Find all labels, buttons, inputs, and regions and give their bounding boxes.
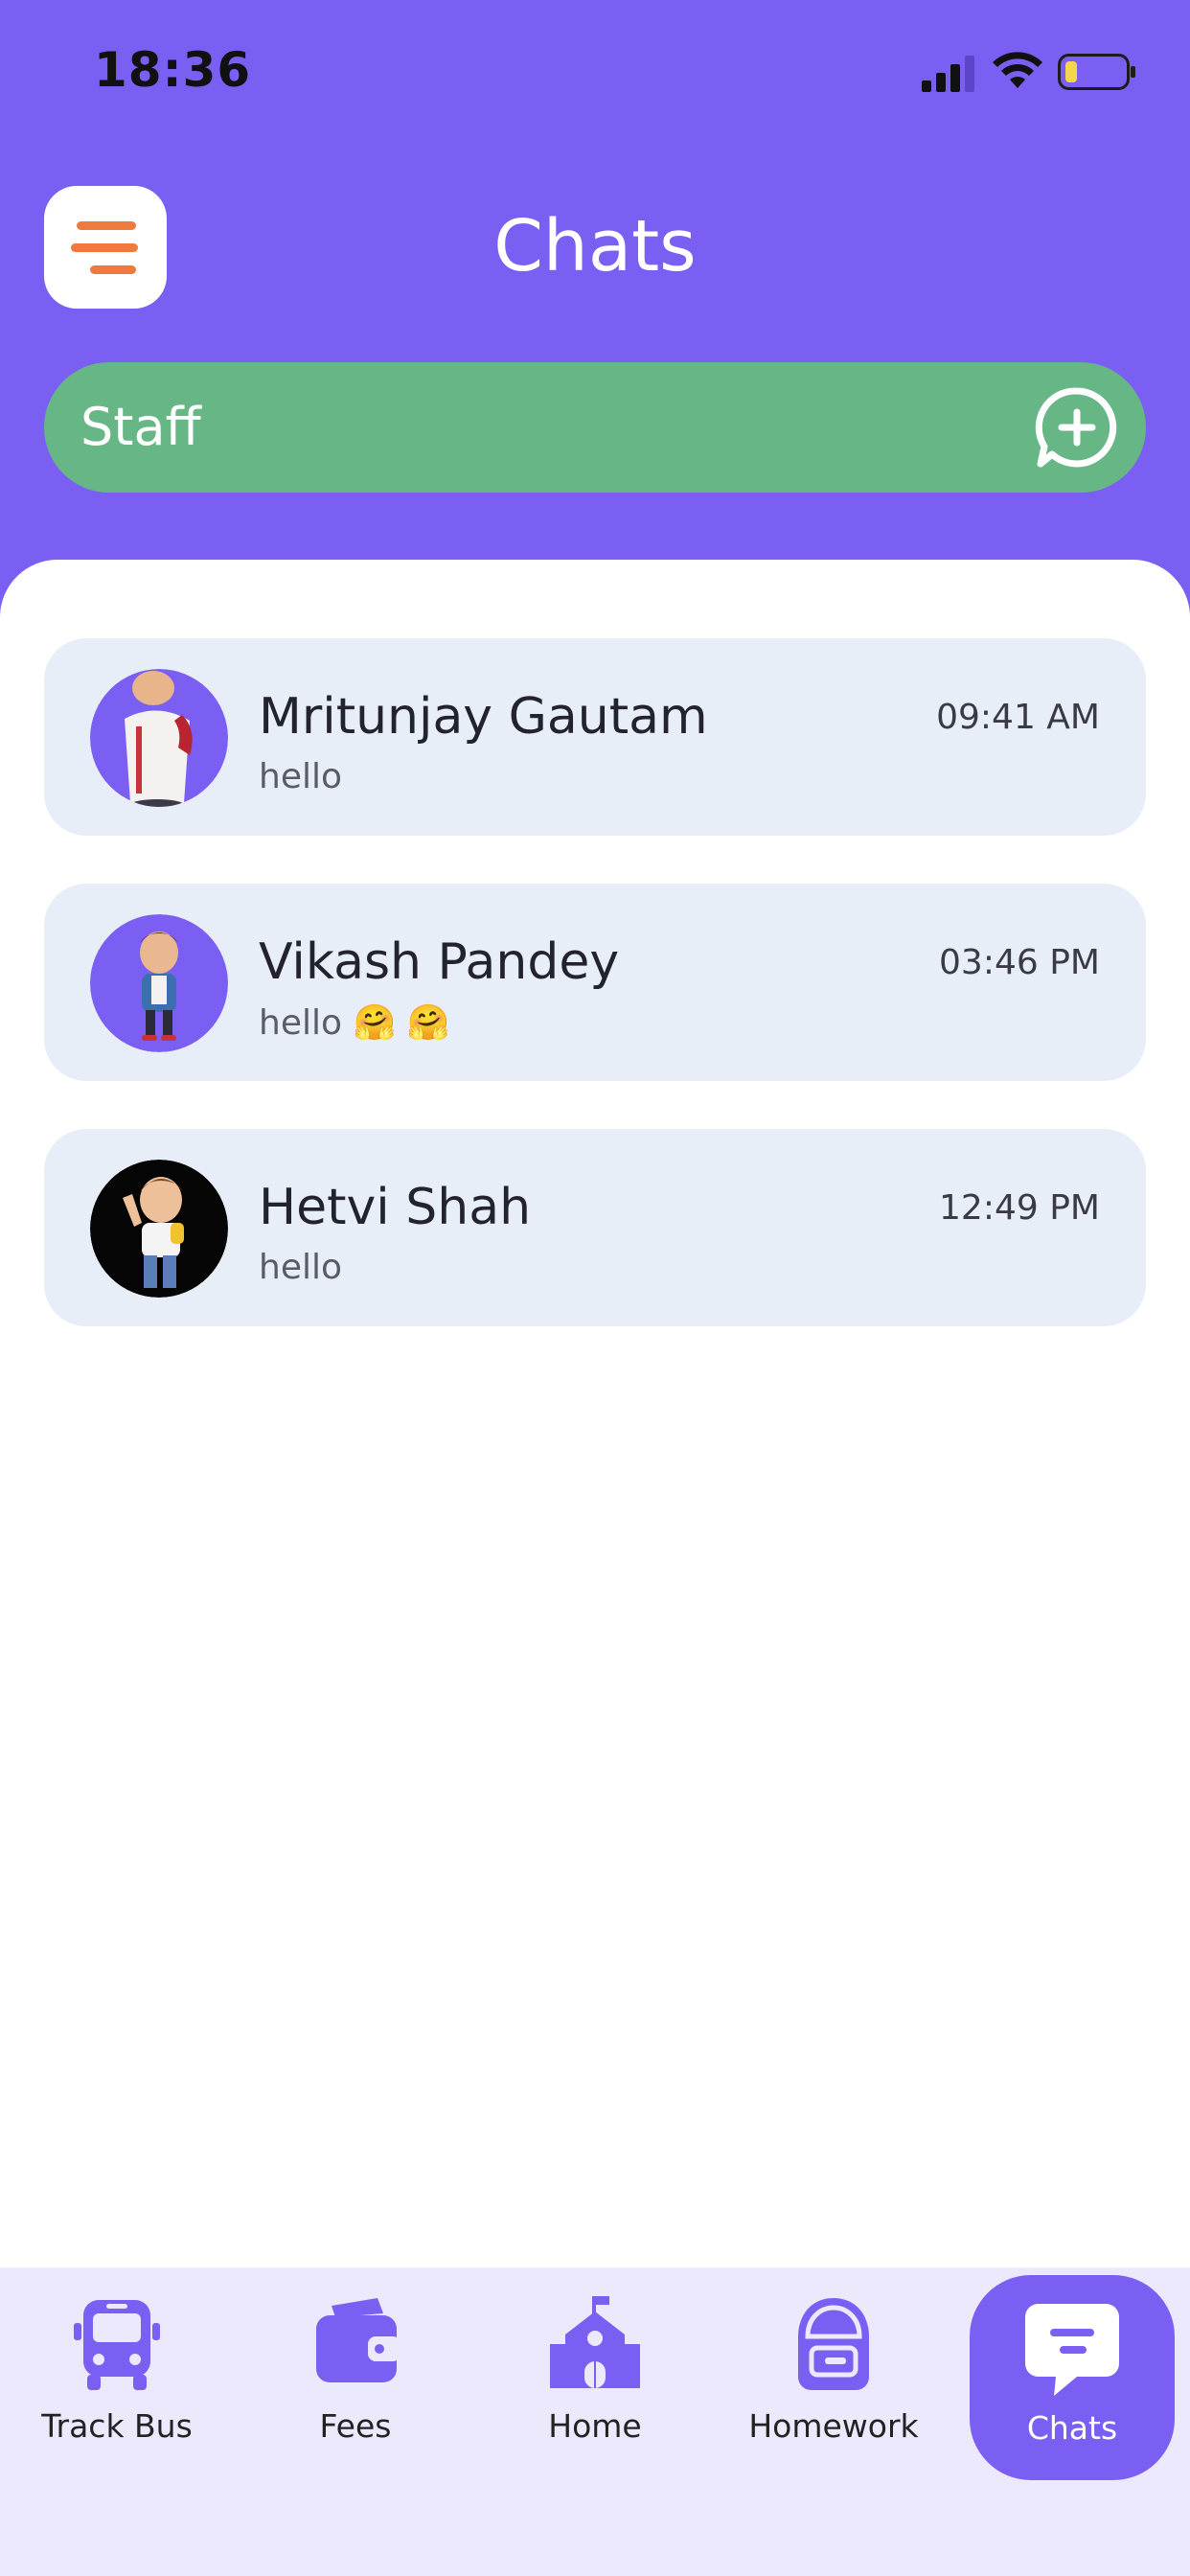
new-chat-plus-icon[interactable] <box>1029 380 1125 475</box>
chat-list-container: Mritunjay Gautam hello 09:41 AM Vikash P <box>0 560 1190 2267</box>
nav-fees[interactable]: Fees <box>260 2292 451 2484</box>
chat-last-message: hello 🤗 🤗 <box>259 1003 450 1043</box>
chat-time: 09:41 AM <box>936 698 1100 737</box>
cellular-signal-icon <box>922 56 974 92</box>
chat-name: Mritunjay Gautam <box>259 688 708 746</box>
bottom-navigation: Track Bus Fees Home Homework Chats <box>0 2267 1190 2576</box>
avatar <box>90 1160 228 1298</box>
battery-icon <box>1058 54 1135 90</box>
wallet-icon <box>316 2298 400 2382</box>
bus-icon <box>74 2300 160 2390</box>
nav-label: Home <box>548 2407 642 2445</box>
chat-time: 12:49 PM <box>939 1188 1100 1228</box>
nav-label: Chats <box>1026 2409 1118 2447</box>
avatar <box>90 669 228 807</box>
chat-icon <box>1025 2304 1119 2396</box>
chat-list: Mritunjay Gautam hello 09:41 AM Vikash P <box>44 638 1146 1374</box>
nav-chats[interactable]: Chats <box>970 2275 1175 2480</box>
wifi-icon <box>993 52 1042 88</box>
avatar-cartoon-icon <box>90 669 228 807</box>
avatar <box>90 914 228 1052</box>
page-title: Chats <box>493 205 697 288</box>
nav-label: Homework <box>748 2407 919 2445</box>
nav-track-bus[interactable]: Track Bus <box>21 2292 213 2484</box>
nav-home[interactable]: Home <box>499 2292 691 2484</box>
avatar-cartoon-icon <box>90 1160 228 1298</box>
staff-label: Staff <box>80 397 201 457</box>
staff-selector[interactable]: Staff <box>44 362 1146 493</box>
status-bar: 18:36 <box>0 0 1190 144</box>
nav-label: Fees <box>319 2407 392 2445</box>
chat-time: 03:46 PM <box>939 943 1100 982</box>
chat-last-message: hello <box>259 1248 342 1287</box>
school-icon <box>550 2296 640 2388</box>
avatar-cartoon-icon <box>90 914 228 1052</box>
backpack-icon <box>798 2298 869 2390</box>
chat-item-hetvi-shah[interactable]: Hetvi Shah hello 12:49 PM <box>44 1129 1146 1326</box>
chat-name: Vikash Pandey <box>259 933 620 991</box>
status-time: 18:36 <box>94 42 252 98</box>
nav-homework[interactable]: Homework <box>738 2292 929 2484</box>
chat-item-mritunjay-gautam[interactable]: Mritunjay Gautam hello 09:41 AM <box>44 638 1146 836</box>
chat-last-message: hello <box>259 757 342 796</box>
nav-label: Track Bus <box>41 2407 193 2445</box>
chat-name: Hetvi Shah <box>259 1179 532 1236</box>
chat-item-vikash-pandey[interactable]: Vikash Pandey hello 🤗 🤗 03:46 PM <box>44 884 1146 1081</box>
